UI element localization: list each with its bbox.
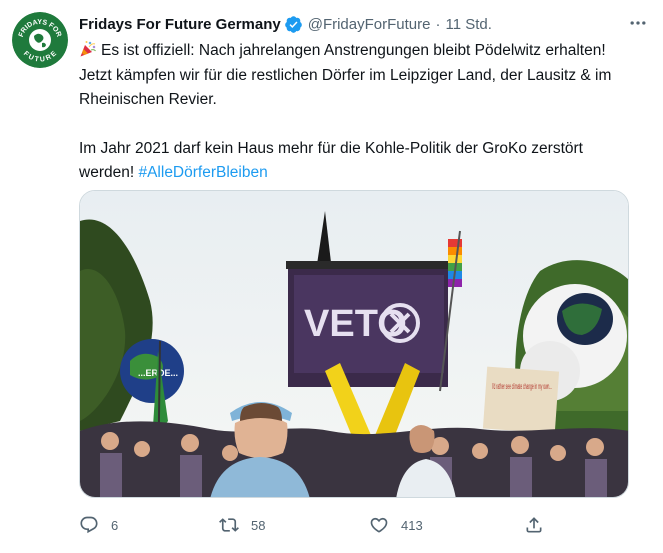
share-button[interactable] [524,515,556,535]
like-count: 413 [401,517,423,533]
retweet-button[interactable]: 58 [219,515,265,535]
like-button[interactable]: 413 [369,515,423,535]
tweet-header: Fridays For Future Germany @FridayForFut… [79,13,651,35]
heart-icon [370,517,388,533]
author-handle[interactable]: @FridayForFuture [308,16,431,33]
author-name[interactable]: Fridays For Future Germany [79,16,281,33]
fridays-for-future-logo: FRIDAYS FOR FUTURE [12,12,68,68]
sign-text: I'd rather see climate change in my own.… [492,382,552,391]
more-dots-icon [630,21,646,25]
verified-badge-icon [284,15,302,33]
party-popper-icon [80,41,96,57]
reply-icon [80,516,98,534]
retweet-icon [219,518,239,532]
avatar[interactable]: FRIDAYS FOR FUTURE [12,12,68,68]
tweet-timestamp[interactable]: 11 Std. [445,16,491,33]
hashtag-link[interactable]: #AlleDörferBleiben [138,164,267,181]
tweet-photo[interactable]: VETO ...ERDE... I'd rather [79,190,629,498]
header-separator: · [435,15,441,33]
retweet-count: 58 [251,517,266,533]
more-options-button[interactable] [625,10,651,36]
tweet-actions: 6 58 413 [79,512,559,538]
tweet-text: Es ist offiziell: Nach jahrelangen Anstr… [79,39,639,186]
protest-photo: VETO ...ERDE... I'd rather [80,191,628,497]
reply-button[interactable]: 6 [79,515,118,535]
tweet-paragraph-1-text: Es ist offiziell: Nach jahrelangen Anstr… [79,42,612,108]
reply-count: 6 [111,517,119,533]
share-icon [526,517,542,533]
tweet-paragraph-2: Im Jahr 2021 darf kein Haus mehr für die… [79,137,639,186]
tweet: FRIDAYS FOR FUTURE Fridays For Future Ge… [0,0,663,553]
tweet-paragraph-1: Es ist offiziell: Nach jahrelangen Anstr… [79,39,639,113]
